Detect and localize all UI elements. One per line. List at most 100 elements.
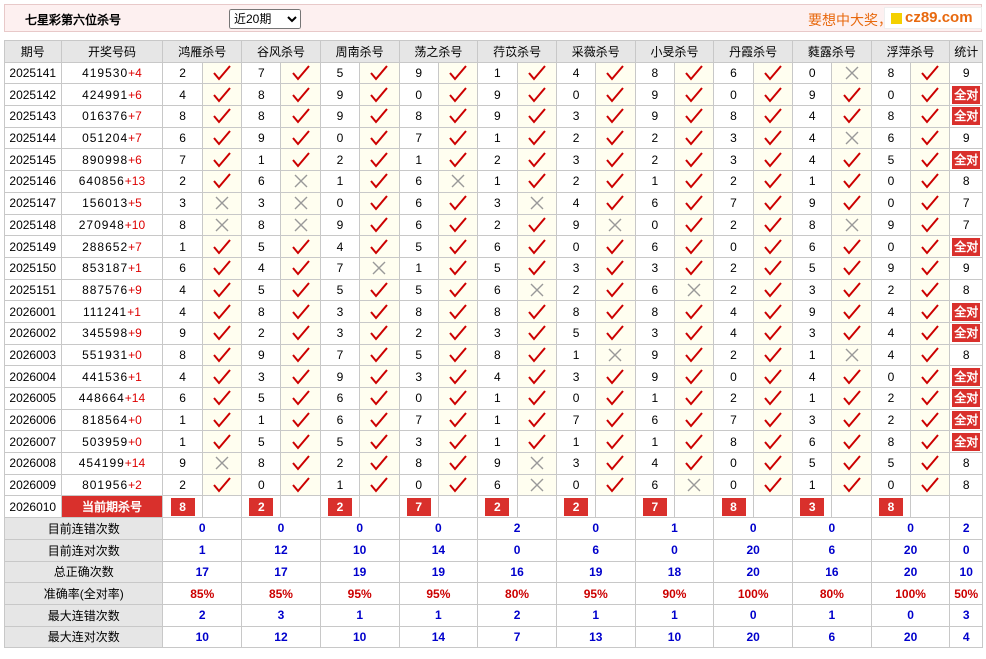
draw-digits: 887576 [82, 282, 129, 297]
kill-value: 9 [555, 213, 597, 237]
empty-cell [595, 495, 636, 519]
kill-value: 0 [634, 213, 675, 237]
hit-mark [437, 191, 479, 215]
hit-mark [280, 148, 321, 172]
column-header: 谷风杀号 [241, 40, 321, 63]
kill-value: 1 [792, 343, 833, 367]
hit-mark [437, 126, 479, 150]
draw-number-cell: 448664+14 [60, 387, 164, 410]
hit-mark [359, 148, 400, 172]
kill-value: 9 [319, 365, 361, 388]
hit-mark [910, 408, 951, 432]
kill-value: 1 [477, 170, 518, 193]
check-icon [912, 325, 949, 341]
summary-value: 0 [634, 538, 715, 562]
kill-value: 0 [319, 191, 361, 215]
kill-value: 8 [241, 213, 282, 237]
kill-value: 3 [555, 452, 597, 475]
kill-value: 4 [555, 61, 597, 85]
promo-text[interactable]: 要想中大奖， [808, 10, 892, 30]
kill-value: 5 [241, 387, 282, 410]
summary-value: 0 [241, 517, 321, 540]
current-kill-cell: 8 [162, 495, 203, 519]
kill-value: 4 [792, 105, 833, 128]
kill-value: 6 [398, 213, 439, 237]
period-cell: 2026006 [4, 408, 62, 432]
period-cell: 2025147 [4, 191, 62, 215]
kill-value: 2 [555, 126, 597, 150]
check-icon [361, 130, 398, 146]
kill-value: 5 [241, 430, 282, 454]
summary-value: 95% [555, 582, 636, 605]
hit-mark [359, 170, 400, 193]
check-icon [754, 65, 791, 81]
stat-cell: 全对 [949, 408, 983, 432]
kill-value: 0 [398, 83, 439, 107]
summary-value: 0 [477, 538, 557, 562]
draw-digits: 424991 [82, 87, 129, 102]
current-kill-cell: 2 [241, 495, 282, 519]
kill-value: 4 [162, 278, 203, 302]
summary-value: 1 [319, 603, 400, 627]
kill-value: 7 [398, 408, 439, 432]
hit-mark [437, 213, 479, 237]
check-icon [754, 87, 791, 103]
hit-mark [359, 321, 400, 345]
hit-mark [673, 452, 715, 475]
check-icon [518, 303, 555, 320]
check-icon [282, 477, 319, 493]
summary-value: 14 [398, 538, 479, 562]
table-row: 2026008 454199+14 9 8 2 8 9 3 4 0 5 5 8 [4, 452, 983, 475]
column-header: 丹霞杀号 [713, 40, 794, 63]
kill-value: 9 [319, 213, 361, 237]
check-icon [675, 130, 712, 146]
hit-mark [910, 430, 951, 454]
kill-value: 5 [792, 452, 833, 475]
current-kill-cell: 2 [477, 495, 518, 519]
hit-mark [595, 105, 636, 128]
check-icon [518, 173, 555, 190]
hit-mark [437, 235, 479, 258]
kill-value: 1 [398, 256, 439, 280]
stat-cell: 全对 [949, 148, 983, 172]
summary-value: 85% [241, 582, 321, 605]
table-row: 2026006 818564+0 1 1 6 7 1 7 6 7 3 2 全对 [4, 408, 983, 432]
hit-mark [752, 148, 794, 172]
current-kill-cell: 2 [319, 495, 361, 519]
hit-mark [910, 452, 951, 475]
hit-mark [831, 321, 872, 345]
summary-value: 20 [870, 625, 951, 649]
kill-value: 1 [477, 126, 518, 150]
hit-mark [673, 213, 715, 237]
period-cell: 2026002 [4, 321, 62, 345]
hit-mark [673, 126, 715, 150]
kill-value: 0 [870, 83, 912, 107]
hit-mark [910, 83, 951, 107]
check-icon [203, 477, 240, 493]
all-correct-badge: 全对 [952, 324, 981, 343]
check-icon [912, 303, 949, 320]
period-range-select[interactable]: 近20期 [229, 9, 301, 29]
summary-value: 90% [634, 582, 715, 605]
cross-icon [518, 478, 555, 492]
check-icon [912, 238, 949, 255]
kill-value: 8 [162, 343, 203, 367]
draw-plus-number: +2 [128, 478, 142, 493]
check-icon [203, 130, 240, 146]
miss-mark [359, 256, 400, 280]
site-logo[interactable]: cz89.com [884, 7, 982, 29]
draw-number-cell: 424991+6 [60, 83, 164, 107]
column-header: 荇苡杀号 [477, 40, 557, 63]
miss-mark [280, 213, 321, 237]
check-icon [439, 434, 476, 450]
hit-mark [437, 452, 479, 475]
hit-mark [595, 408, 636, 432]
kill-value: 3 [713, 126, 754, 150]
kill-value: 8 [792, 213, 833, 237]
hit-mark [910, 473, 951, 497]
check-icon [912, 130, 949, 146]
check-icon [597, 477, 634, 493]
hit-mark [201, 343, 243, 367]
check-icon [833, 390, 870, 406]
current-kill-value: 2 [485, 497, 510, 516]
